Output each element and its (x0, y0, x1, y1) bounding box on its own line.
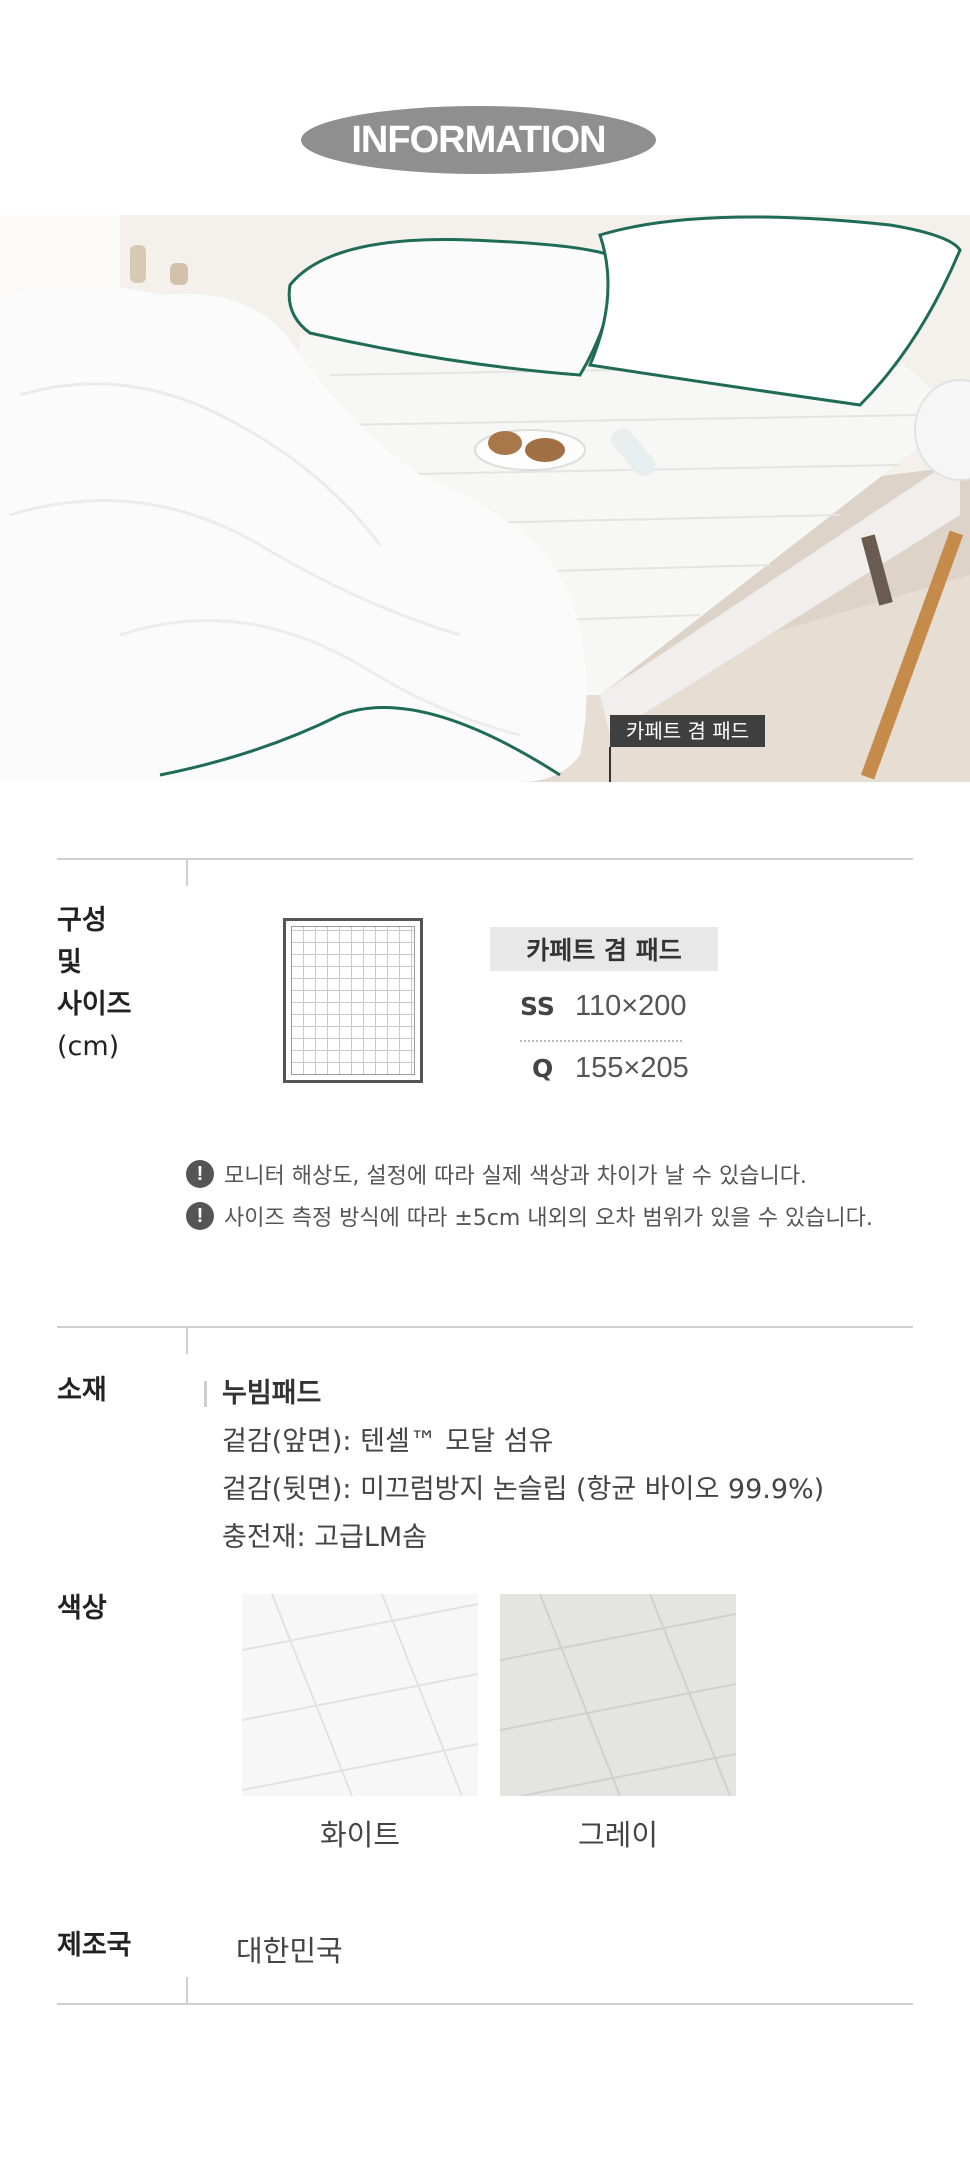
composition-label-unit: (cm) (57, 1031, 120, 1062)
size-dimension: 155×205 (575, 1052, 689, 1084)
color-option-name: 그레이 (577, 1818, 659, 1852)
color-label: 색상 (57, 1593, 107, 1624)
product-photo: 카페트 겸 패드 (0, 215, 970, 782)
material-line: 겉감(앞면): 텐셀™ 모달 섬유 (222, 1426, 554, 1457)
notice-text: 모니터 해상도, 설정에 따라 실제 색상과 차이가 날 수 있습니다. (224, 1164, 807, 1189)
section-divider (57, 2003, 913, 2005)
material-line: 겉감(뒷면): 미끄럼방지 논슬립 (항균 바이오 99.9%) (222, 1474, 825, 1505)
origin-value: 대한민국 (236, 1934, 343, 1968)
size-row: SS 110×200 (520, 990, 687, 1023)
size-code: Q (532, 1054, 554, 1083)
section-title: INFORMATION (351, 118, 606, 161)
size-row: Q 155×205 (520, 1052, 689, 1085)
product-name-tag: 카페트 겸 패드 (490, 927, 718, 971)
section-divider-tick (186, 1328, 188, 1354)
composition-label-line: 및 (57, 947, 82, 978)
material-line: 충전재: 고급LM솜 (222, 1522, 428, 1553)
notice-item: ! 사이즈 측정 방식에 따라 ±5cm 내외의 오차 범위가 있을 수 있습니… (186, 1200, 873, 1232)
section-divider-tick (186, 860, 188, 886)
color-option-name: 화이트 (319, 1818, 401, 1852)
size-dimension: 110×200 (575, 990, 687, 1022)
composition-label: 구성 및 사이즈 (cm) (57, 900, 132, 1068)
composition-label-line: 구성 (57, 905, 107, 936)
notice-item: ! 모니터 해상도, 설정에 따라 실제 색상과 차이가 날 수 있습니다. (186, 1158, 807, 1190)
size-divider (520, 1040, 682, 1042)
section-title-badge: INFORMATION (301, 106, 656, 174)
material-label: 소재 (57, 1375, 107, 1406)
color-swatch-white (242, 1594, 478, 1796)
pad-diagram (283, 918, 423, 1083)
material-details: 누빔패드 겉감(앞면): 텐셀™ 모달 섬유 겉감(뒷면): 미끄럼방지 논슬립… (204, 1370, 825, 1562)
photo-tag-pointer (609, 747, 611, 782)
notice-text: 사이즈 측정 방식에 따라 ±5cm 내외의 오차 범위가 있을 수 있습니다. (224, 1206, 873, 1231)
exclamation-circle-icon: ! (186, 1160, 214, 1188)
size-code: SS (520, 992, 555, 1021)
origin-label: 제조국 (57, 1930, 132, 1961)
bed-illustration (0, 215, 970, 782)
material-head: 누빔패드 (204, 1370, 824, 1418)
color-swatch-gray (500, 1594, 736, 1796)
composition-label-line: 사이즈 (57, 989, 132, 1020)
photo-product-tag: 카페트 겸 패드 (610, 715, 766, 747)
exclamation-circle-icon: ! (186, 1202, 214, 1230)
section-divider-tick (186, 1977, 188, 2003)
